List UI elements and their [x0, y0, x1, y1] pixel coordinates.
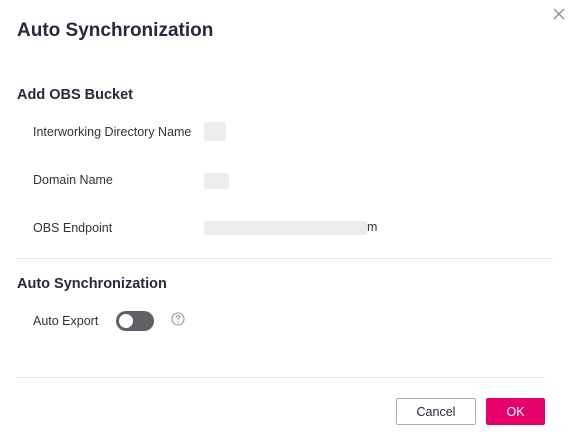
auto-export-label: Auto Export: [33, 314, 99, 328]
sync-section-title: Auto Synchronization: [17, 276, 167, 292]
ok-button[interactable]: OK: [486, 398, 545, 425]
domain-name-value: [204, 173, 229, 189]
section-divider: [17, 258, 553, 259]
auto-export-toggle[interactable]: [116, 311, 154, 331]
domain-name-label: Domain Name: [33, 173, 113, 187]
interworking-directory-value: [204, 122, 226, 141]
obs-endpoint-value: m: [204, 220, 377, 235]
footer-divider: [17, 377, 545, 378]
interworking-directory-label: Interworking Directory Name: [33, 125, 192, 139]
cancel-button[interactable]: Cancel: [396, 398, 476, 425]
close-icon[interactable]: [551, 6, 567, 22]
dialog-title: Auto Synchronization: [17, 20, 214, 41]
redacted-value: [204, 220, 367, 235]
obs-section-title: Add OBS Bucket: [17, 87, 134, 103]
obs-endpoint-label: OBS Endpoint: [33, 221, 113, 235]
redacted-value: [204, 122, 226, 141]
toggle-knob: [119, 314, 133, 328]
help-icon[interactable]: [171, 312, 185, 326]
endpoint-suffix: m: [367, 220, 378, 234]
redacted-value: [204, 173, 229, 189]
auto-sync-dialog: Auto Synchronization Add OBS Bucket Inte…: [0, 0, 572, 441]
